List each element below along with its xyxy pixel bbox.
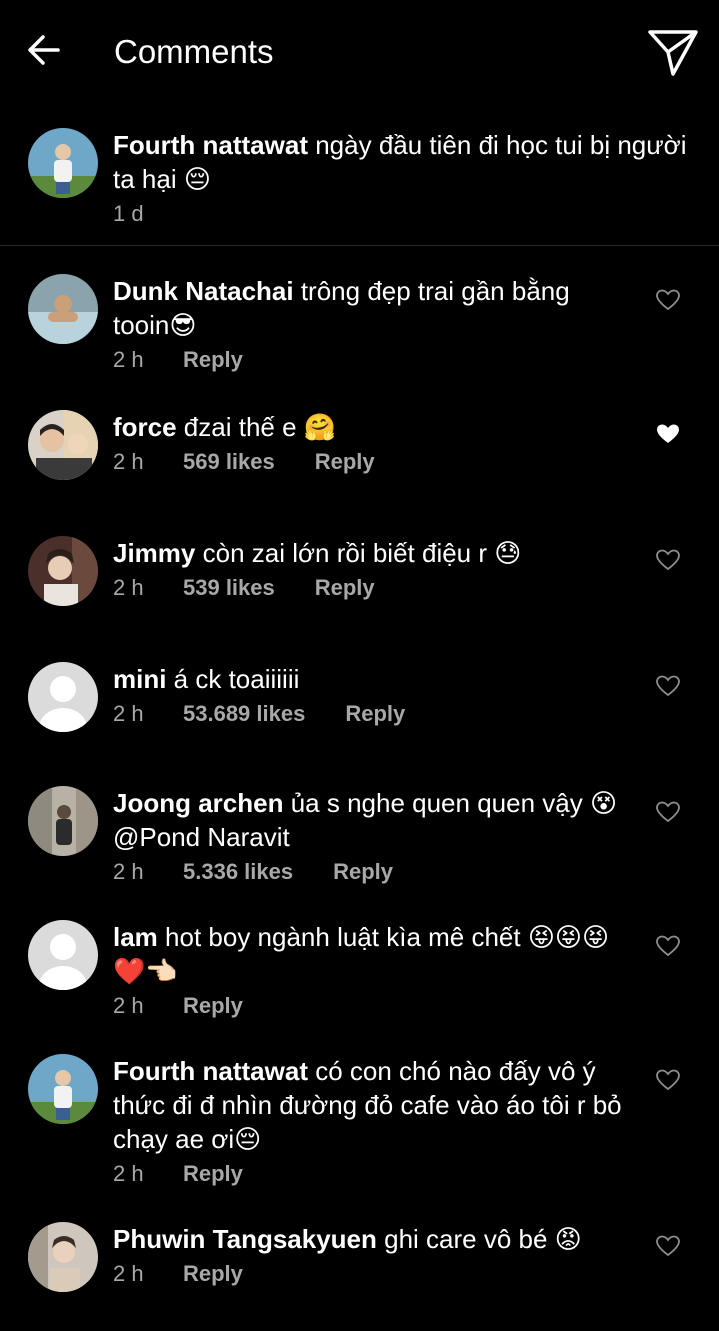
username[interactable]: force [113, 412, 177, 442]
timestamp: 2 h [113, 449, 144, 474]
reply-button[interactable]: Reply [333, 855, 393, 889]
likes-count[interactable]: 569 likes [183, 445, 275, 479]
reply-button[interactable]: Reply [183, 989, 243, 1023]
avatar[interactable] [28, 410, 98, 480]
heart-outline-icon[interactable] [655, 674, 681, 698]
heart-outline-icon[interactable] [655, 1234, 681, 1258]
heart-outline-icon[interactable] [655, 548, 681, 572]
timestamp: 2 h [113, 701, 144, 726]
comment-text: hot boy ngành luật kìa mê chết 😝😝😝❤️👈🏻 [113, 922, 610, 986]
likes-count[interactable]: 539 likes [183, 571, 275, 605]
top-bar: Comments [0, 0, 719, 106]
avatar[interactable] [28, 1222, 98, 1292]
divider [0, 245, 719, 246]
caption-text: Fourth nattawat ngày đầu tiên đi học tui… [113, 128, 713, 196]
heart-outline-icon[interactable] [655, 1068, 681, 1092]
comment-text: á ck toaiiiiii [166, 664, 300, 694]
avatar[interactable] [28, 786, 98, 856]
timestamp: 2 h [113, 1161, 144, 1186]
timestamp: 2 h [113, 1261, 144, 1286]
username[interactable]: Phuwin Tangsakyuen [113, 1224, 377, 1254]
reply-button[interactable]: Reply [345, 697, 405, 731]
username[interactable]: Fourth nattawat [113, 130, 308, 160]
avatar[interactable] [28, 1054, 98, 1124]
reply-button[interactable]: Reply [183, 343, 243, 377]
page-title: Comments [114, 33, 274, 70]
username[interactable]: Fourth nattawat [113, 1056, 308, 1086]
reply-button[interactable]: Reply [183, 1157, 243, 1191]
timestamp: 2 h [113, 347, 144, 372]
heart-filled-icon[interactable] [655, 422, 681, 446]
username[interactable]: lam [113, 922, 158, 952]
timestamp: 2 h [113, 859, 144, 884]
heart-outline-icon[interactable] [655, 934, 681, 958]
reply-button[interactable]: Reply [315, 445, 375, 479]
reply-button[interactable]: Reply [183, 1257, 243, 1291]
avatar[interactable] [28, 536, 98, 606]
default-avatar[interactable] [28, 920, 98, 990]
send-icon[interactable] [646, 26, 700, 80]
avatar[interactable] [28, 274, 98, 344]
default-avatar[interactable] [28, 662, 98, 732]
timestamp: 2 h [113, 993, 144, 1018]
avatar[interactable] [28, 128, 98, 198]
comment-text: đzai thế e 🤗 [176, 412, 337, 442]
comment-text: còn zai lớn rồi biết điệu r 😓 [195, 538, 522, 568]
heart-outline-icon[interactable] [655, 800, 681, 824]
username[interactable]: Dunk Natachai [113, 276, 294, 306]
likes-count[interactable]: 5.336 likes [183, 855, 293, 889]
username[interactable]: Jimmy [113, 538, 195, 568]
username[interactable]: Joong archen [113, 788, 283, 818]
timestamp: 2 h [113, 575, 144, 600]
reply-button[interactable]: Reply [315, 571, 375, 605]
timestamp: 1 d [113, 201, 144, 226]
heart-outline-icon[interactable] [655, 288, 681, 312]
likes-count[interactable]: 53.689 likes [183, 697, 305, 731]
username[interactable]: mini [113, 664, 166, 694]
comment-text: ghi care vô bé 😡 [376, 1224, 582, 1254]
back-arrow-icon[interactable] [24, 30, 64, 70]
